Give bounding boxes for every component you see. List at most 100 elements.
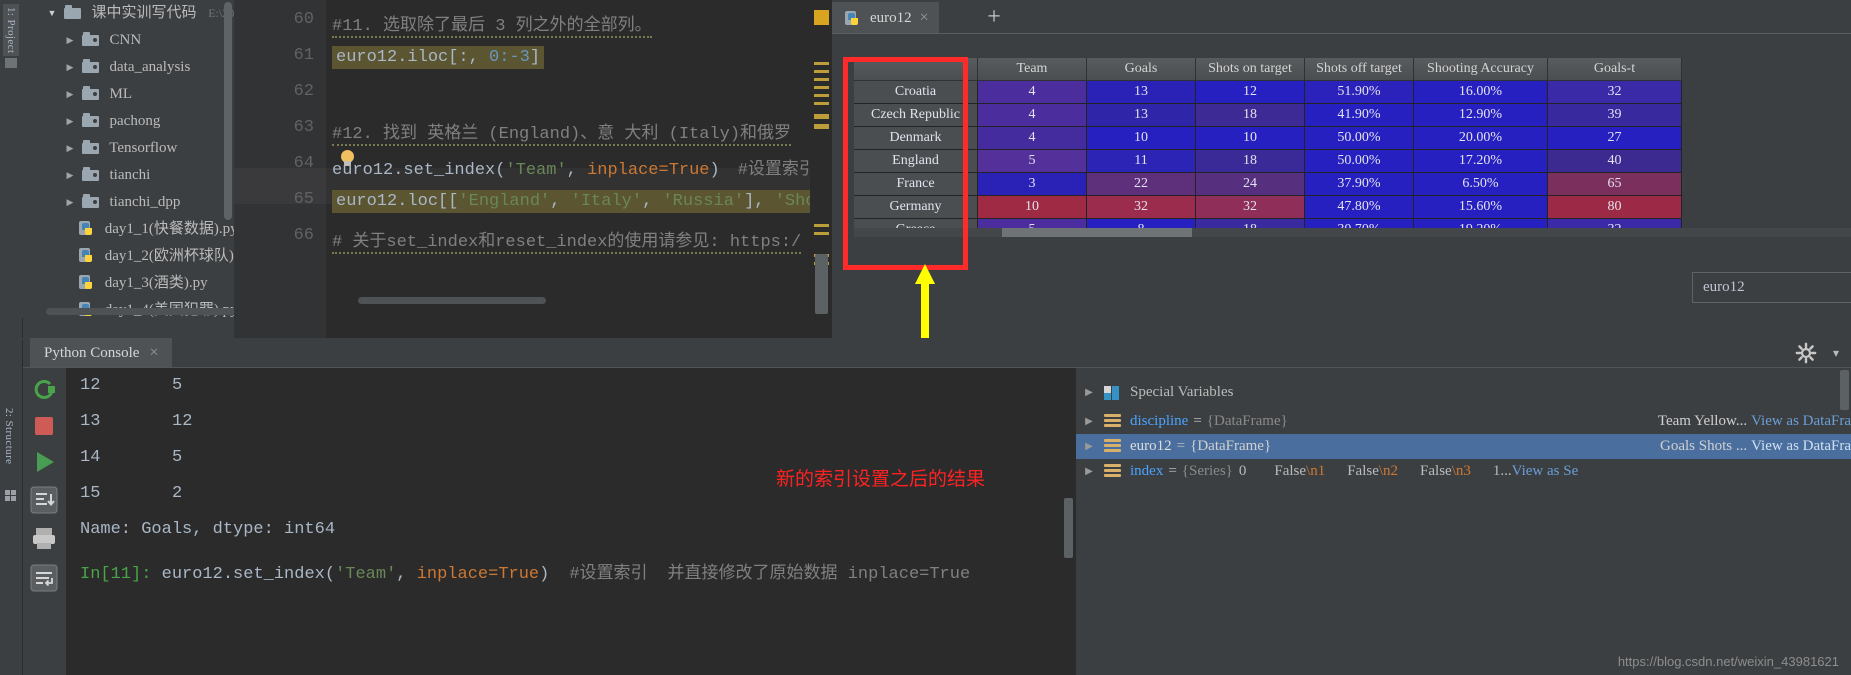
rerun-icon[interactable] bbox=[30, 376, 58, 404]
table-index-cell[interactable]: Germany bbox=[854, 195, 978, 219]
table-cell[interactable]: 37.90% bbox=[1304, 172, 1414, 196]
table-cell[interactable]: 50.00% bbox=[1304, 149, 1414, 173]
tree-row-tianchi-dpp[interactable]: ▶ tianchi_dpp bbox=[22, 189, 234, 216]
variables-scrollbar[interactable] bbox=[1840, 370, 1849, 410]
project-tool-window[interactable]: ▼ 课中实训写代码 E:\2019 ▶ CNN ▶ data_analysis … bbox=[22, 0, 234, 318]
chevron-right-icon[interactable]: ▶ bbox=[62, 54, 78, 81]
chevron-right-icon[interactable]: ▶ bbox=[62, 81, 78, 108]
table-index-cell[interactable]: England bbox=[854, 149, 978, 173]
table-cell[interactable]: 40 bbox=[1547, 149, 1682, 173]
chevron-down-icon[interactable]: ▼ bbox=[44, 0, 60, 27]
table-header-goals[interactable]: Goals bbox=[1086, 58, 1196, 81]
scroll-to-end-icon[interactable] bbox=[30, 486, 58, 514]
project-tree-scrollbar[interactable] bbox=[224, 2, 232, 220]
intention-bulb-icon[interactable] bbox=[340, 150, 356, 168]
table-index-cell[interactable]: Denmark bbox=[854, 126, 978, 150]
table-header-index[interactable] bbox=[854, 58, 978, 81]
table-row[interactable]: Czech Republic 4 13 18 41.90% 12.90% 39 bbox=[854, 103, 1682, 127]
marker-warning-icon[interactable] bbox=[814, 10, 829, 25]
add-tab-button[interactable]: + bbox=[980, 4, 1008, 32]
chevron-right-icon[interactable]: ▶ bbox=[62, 189, 78, 216]
tree-row-tianchi[interactable]: ▶ tianchi bbox=[22, 162, 234, 189]
table-cell[interactable]: 47.80% bbox=[1304, 195, 1414, 219]
table-index-cell[interactable]: France bbox=[854, 172, 978, 196]
console-scrollbar[interactable] bbox=[1064, 498, 1073, 558]
print-icon[interactable] bbox=[30, 524, 58, 552]
tree-row-ml[interactable]: ▶ ML bbox=[22, 81, 234, 108]
chevron-right-icon[interactable]: ▶ bbox=[62, 162, 78, 189]
table-cell[interactable]: 51.90% bbox=[1304, 80, 1414, 104]
table-cell[interactable]: 4 bbox=[977, 126, 1087, 150]
chevron-right-icon[interactable]: ▶ bbox=[1076, 416, 1102, 427]
table-cell[interactable]: 6.50% bbox=[1413, 172, 1548, 196]
project-tree-hscrollbar[interactable] bbox=[46, 308, 234, 315]
table-cell[interactable]: 13 bbox=[1086, 103, 1196, 127]
table-cell[interactable]: 3 bbox=[977, 172, 1087, 196]
table-cell[interactable]: 12.90% bbox=[1413, 103, 1548, 127]
table-cell[interactable]: 20.00% bbox=[1413, 126, 1548, 150]
chevron-right-icon[interactable]: ▶ bbox=[1076, 466, 1102, 477]
tree-row-root[interactable]: ▼ 课中实训写代码 E:\2019 bbox=[22, 0, 234, 27]
table-cell[interactable]: 22 bbox=[1086, 172, 1196, 196]
table-row[interactable]: Croatia 4 13 12 51.90% 16.00% 32 bbox=[854, 80, 1682, 104]
table-cell[interactable]: 4 bbox=[977, 103, 1087, 127]
code-editor[interactable]: #11. 选取除了最后 3 列之外的全部列。 euro12.iloc[:, 0:… bbox=[326, 0, 832, 340]
sidebar-tab-project[interactable]: 1: Project bbox=[3, 4, 19, 57]
dataframe-table[interactable]: Team Goals Shots on target Shots off target… bbox=[854, 58, 1851, 230]
table-cell[interactable]: 32 bbox=[1086, 195, 1196, 219]
var-row-special-variables[interactable]: ▶ Special Variables bbox=[1076, 380, 1851, 405]
editor-marker-strip[interactable] bbox=[810, 0, 832, 340]
variables-panel[interactable]: ▶ Special Variables ▶ discipline = {Data… bbox=[1076, 368, 1851, 675]
table-cell[interactable]: 32 bbox=[1547, 80, 1682, 104]
tree-row-tensorflow[interactable]: ▶ Tensorflow bbox=[22, 135, 234, 162]
stop-icon[interactable] bbox=[30, 412, 58, 440]
editor-scrollbar-thumb[interactable] bbox=[815, 254, 828, 314]
close-icon[interactable]: × bbox=[920, 9, 929, 27]
table-cell[interactable]: 12 bbox=[1195, 80, 1305, 104]
dataframe-viewer[interactable]: euro12 × + Team Goals Shots on target Shots… bbox=[832, 0, 1851, 340]
expression-input[interactable]: euro12 bbox=[1692, 272, 1851, 303]
table-cell[interactable]: 10 bbox=[977, 195, 1087, 219]
table-cell[interactable]: 16.00% bbox=[1413, 80, 1548, 104]
table-index-cell[interactable]: Czech Republic bbox=[854, 103, 978, 127]
table-cell[interactable]: 27 bbox=[1547, 126, 1682, 150]
table-cell[interactable]: 80 bbox=[1547, 195, 1682, 219]
table-header-goals-t[interactable]: Goals-t bbox=[1547, 58, 1682, 81]
view-as-dataframe-link[interactable]: View as DataFra bbox=[1751, 438, 1851, 455]
soft-wrap-icon[interactable] bbox=[30, 564, 58, 592]
close-icon[interactable]: × bbox=[149, 344, 158, 362]
table-cell[interactable]: 18 bbox=[1195, 103, 1305, 127]
table-cell[interactable]: 41.90% bbox=[1304, 103, 1414, 127]
table-cell[interactable]: 50.00% bbox=[1304, 126, 1414, 150]
tree-row-pachong[interactable]: ▶ pachong bbox=[22, 108, 234, 135]
tab-python-console[interactable]: Python Console × bbox=[30, 338, 173, 368]
table-cell[interactable]: 65 bbox=[1547, 172, 1682, 196]
table-header-team[interactable]: Team bbox=[977, 58, 1087, 81]
view-as-series-link[interactable]: View as Se bbox=[1512, 463, 1579, 480]
sidebar-tab-structure[interactable]: 2: Structure bbox=[3, 408, 15, 464]
tree-row-cnn[interactable]: ▶ CNN bbox=[22, 27, 234, 54]
table-cell[interactable]: 10 bbox=[1195, 126, 1305, 150]
gear-icon[interactable] bbox=[1795, 342, 1817, 364]
chevron-right-icon[interactable]: ▶ bbox=[62, 27, 78, 54]
table-cell[interactable]: 39 bbox=[1547, 103, 1682, 127]
table-row[interactable]: France 3 22 24 37.90% 6.50% 65 bbox=[854, 172, 1682, 196]
table-header-shots-on-target[interactable]: Shots on target bbox=[1195, 58, 1305, 81]
chevron-right-icon[interactable]: ▶ bbox=[62, 135, 78, 162]
table-index-cell[interactable]: Croatia bbox=[854, 80, 978, 104]
tab-euro12[interactable]: euro12 × bbox=[832, 2, 939, 34]
table-cell[interactable]: 13 bbox=[1086, 80, 1196, 104]
tree-row-day1-2[interactable]: day1_2(欧洲杯球队).p bbox=[22, 243, 234, 270]
tree-row-day1-3[interactable]: day1_3(酒类).py bbox=[22, 270, 234, 297]
table-cell[interactable]: 32 bbox=[1195, 195, 1305, 219]
console-output[interactable]: 12 5 13 12 14 5 15 2 Name: Goals, dtype: int… bbox=[66, 368, 1076, 675]
run-icon[interactable] bbox=[30, 448, 58, 476]
dataframe-hscroll-thumb[interactable] bbox=[1002, 228, 1192, 237]
table-cell[interactable]: 18 bbox=[1195, 149, 1305, 173]
chevron-right-icon[interactable]: ▶ bbox=[1076, 441, 1102, 452]
tree-row-data-analysis[interactable]: ▶ data_analysis bbox=[22, 54, 234, 81]
table-header-shooting-accuracy[interactable]: Shooting Accuracy bbox=[1413, 58, 1548, 81]
table-cell[interactable]: 17.20% bbox=[1413, 149, 1548, 173]
table-cell[interactable]: 4 bbox=[977, 80, 1087, 104]
var-row-euro12[interactable]: ▶ euro12 = {DataFrame} Goals Shots ... V… bbox=[1076, 434, 1851, 459]
